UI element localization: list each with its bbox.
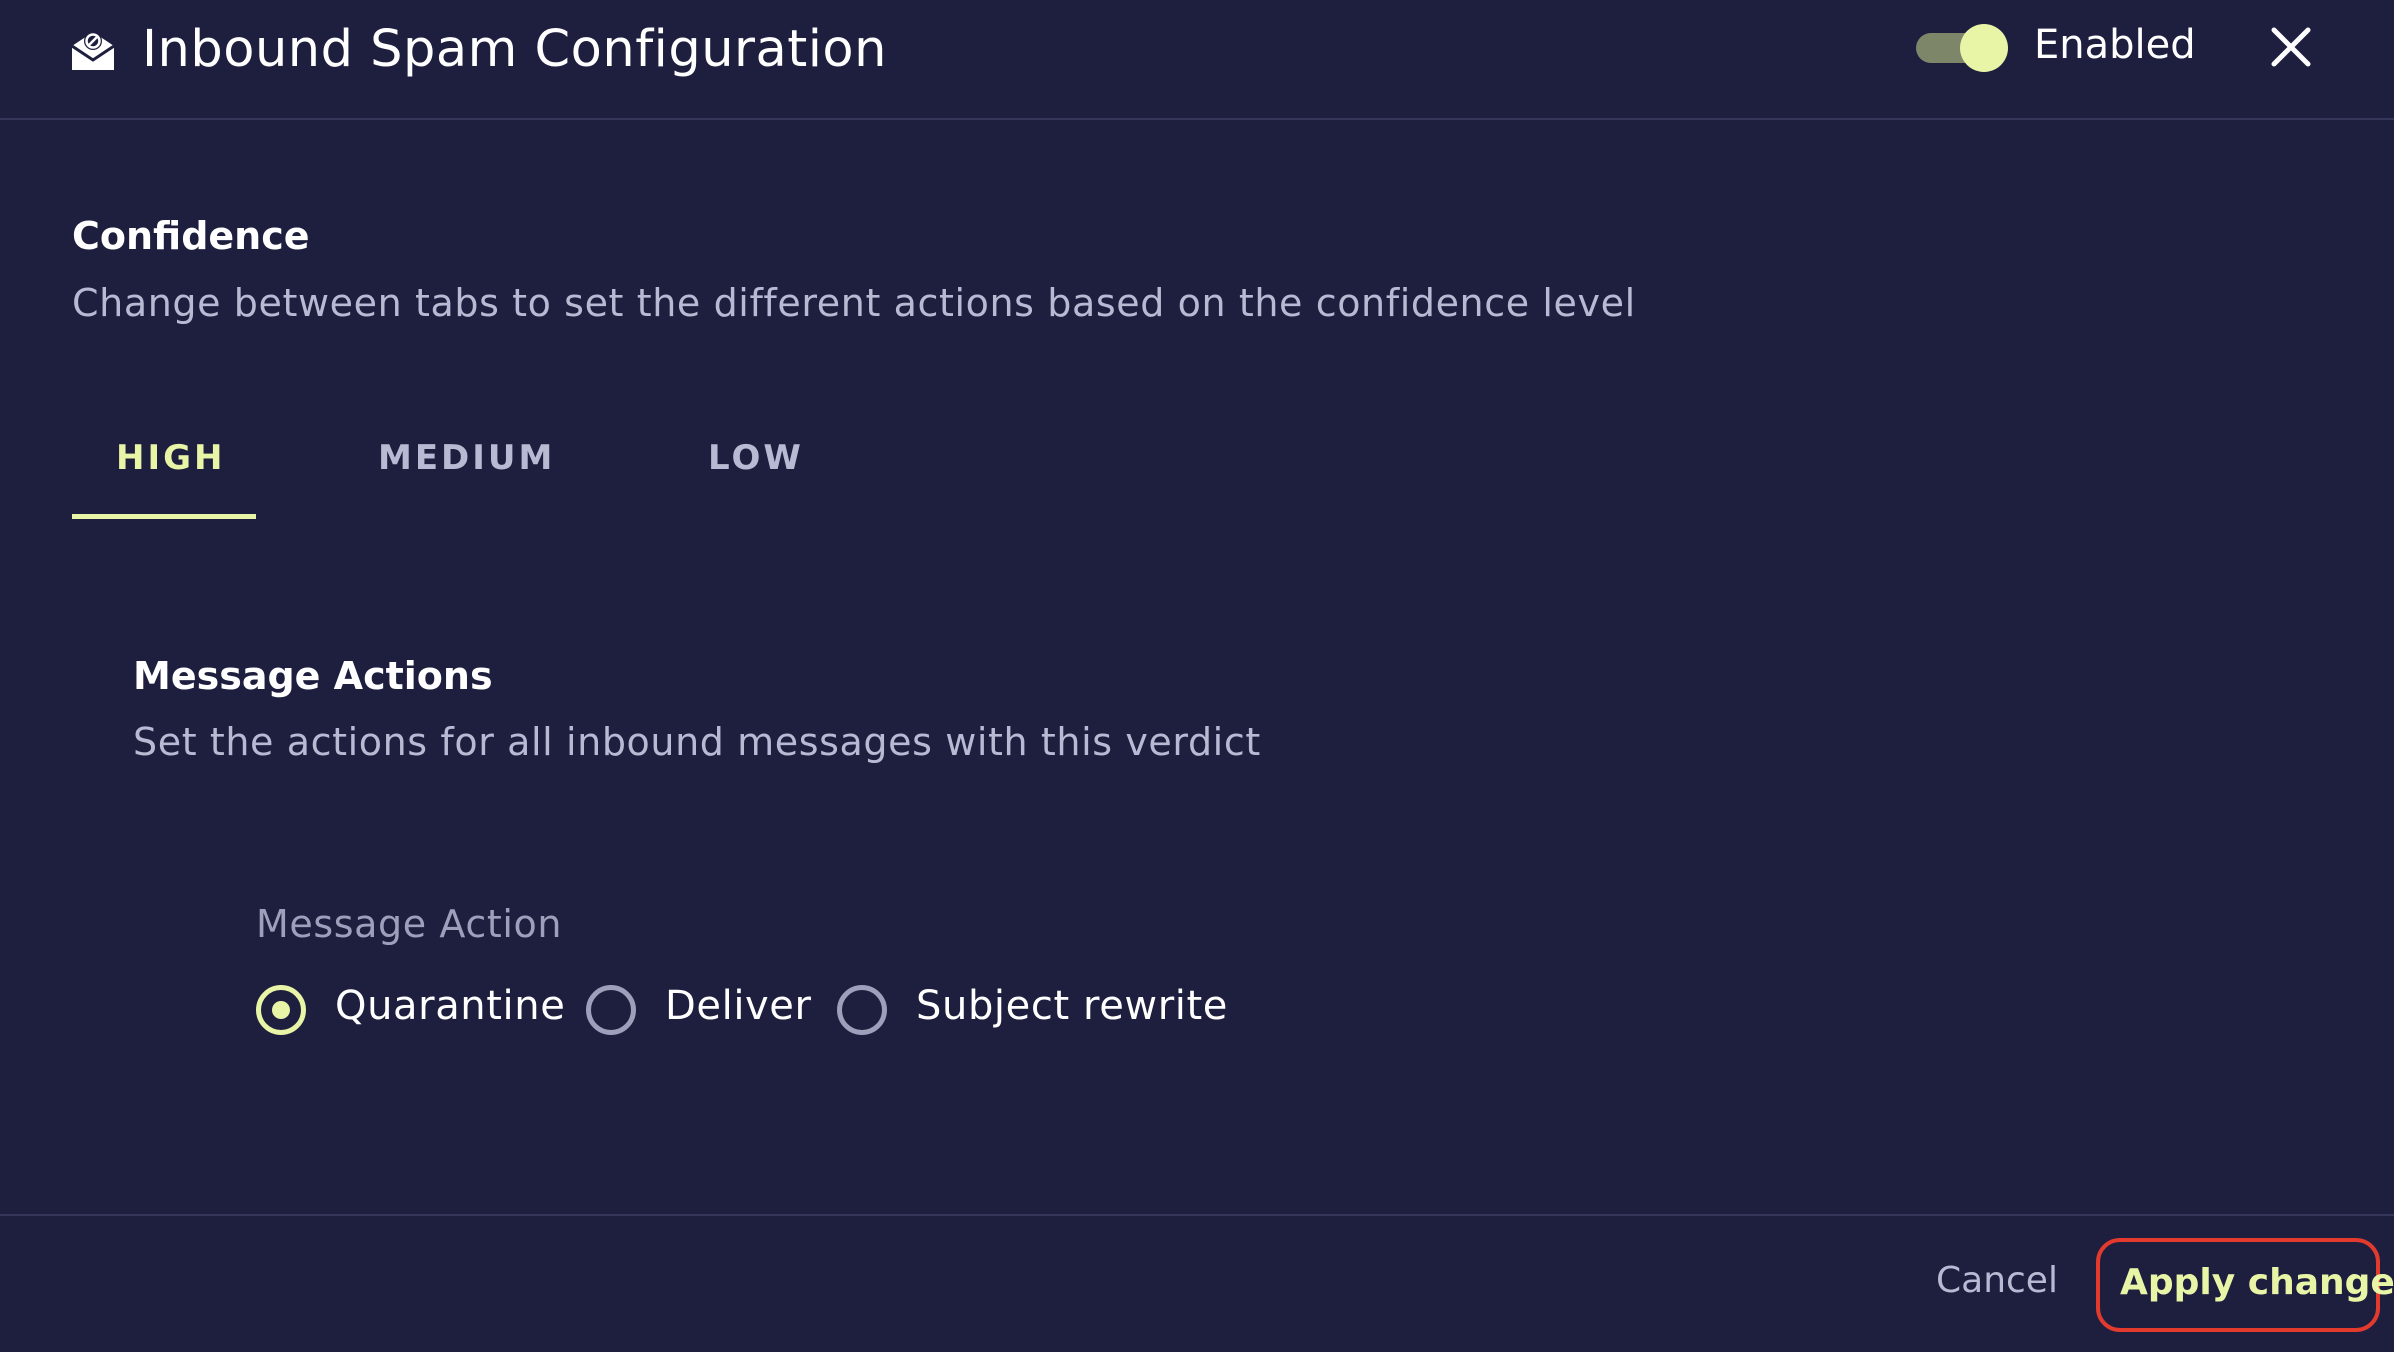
radio-dot xyxy=(272,1001,290,1019)
message-action-label: Message Action xyxy=(256,902,563,946)
radio-subject-rewrite[interactable]: Subject rewrite xyxy=(837,980,1227,1040)
toggle-label: Enabled xyxy=(2034,22,2196,68)
radio-deliver[interactable]: Deliver xyxy=(586,980,816,1040)
message-actions-description: Set the actions for all inbound messages… xyxy=(133,720,1261,764)
radio-label: Quarantine xyxy=(335,983,566,1029)
message-actions-title: Message Actions xyxy=(133,654,493,698)
radio-label: Deliver xyxy=(665,983,812,1029)
close-icon[interactable] xyxy=(2268,24,2314,70)
enabled-toggle[interactable] xyxy=(1916,24,2012,72)
cancel-button[interactable]: Cancel xyxy=(1936,1260,2058,1301)
spam-envelope-icon xyxy=(71,32,115,70)
tab-high[interactable]: HIGH xyxy=(116,438,225,478)
tab-low[interactable]: LOW xyxy=(708,438,804,478)
dialog-header: Inbound Spam Configuration Enabled xyxy=(0,0,2394,120)
radio-quarantine[interactable]: Quarantine xyxy=(256,980,565,1040)
apply-changes-label: Apply changes xyxy=(2120,1262,2394,1303)
confidence-title: Confidence xyxy=(72,214,310,258)
apply-changes-button[interactable]: Apply changes xyxy=(2096,1238,2394,1332)
spam-config-dialog: Inbound Spam Configuration Enabled Confi… xyxy=(0,0,2394,1352)
radio-unchecked-icon xyxy=(837,985,887,1035)
radio-label: Subject rewrite xyxy=(916,983,1228,1029)
tab-medium[interactable]: MEDIUM xyxy=(378,438,555,478)
toggle-knob xyxy=(1960,24,2008,72)
active-tab-indicator xyxy=(72,514,256,519)
confidence-description: Change between tabs to set the different… xyxy=(72,281,1636,325)
radio-unchecked-icon xyxy=(586,985,636,1035)
dialog-title: Inbound Spam Configuration xyxy=(142,20,887,79)
radio-checked-icon xyxy=(256,985,306,1035)
footer-divider xyxy=(0,1214,2394,1216)
